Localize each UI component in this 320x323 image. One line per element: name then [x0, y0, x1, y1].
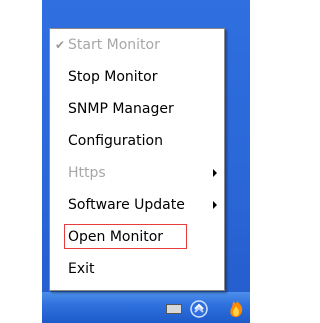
menu-item-https[interactable]: Https	[51, 159, 223, 187]
menu-item-start-monitor[interactable]: ✔ Start Monitor	[51, 31, 223, 59]
tray-context-menu: ✔ Start Monitor Stop Monitor SNMP Manage…	[49, 28, 225, 291]
menu-item-open-monitor[interactable]: Open Monitor	[51, 223, 223, 251]
taskbar	[42, 292, 250, 323]
submenu-arrow-icon	[213, 169, 217, 177]
menu-item-snmp-manager[interactable]: SNMP Manager	[51, 95, 223, 123]
menu-item-label: SNMP Manager	[68, 101, 174, 117]
menu-item-label: Open Monitor	[68, 229, 164, 245]
menu-item-label: Https	[68, 165, 106, 181]
menu-item-label: Configuration	[68, 133, 163, 149]
menu-item-stop-monitor[interactable]: Stop Monitor	[51, 63, 223, 91]
menu-item-label: Start Monitor	[68, 37, 160, 53]
menu-item-label: Software Update	[68, 197, 185, 213]
menu-item-label: Exit	[68, 261, 95, 277]
menu-item-configuration[interactable]: Configuration	[51, 127, 223, 155]
flame-icon[interactable]	[226, 296, 246, 318]
screen: ✔ Start Monitor Stop Monitor SNMP Manage…	[0, 0, 250, 323]
network-arrows-icon[interactable]	[190, 300, 208, 318]
keyboard-icon[interactable]	[166, 304, 182, 314]
menu-item-exit[interactable]: Exit	[51, 255, 223, 283]
menu-item-label: Stop Monitor	[68, 69, 158, 85]
submenu-arrow-icon	[213, 201, 217, 209]
checkmark-icon: ✔	[55, 38, 66, 52]
menu-item-software-update[interactable]: Software Update	[51, 191, 223, 219]
